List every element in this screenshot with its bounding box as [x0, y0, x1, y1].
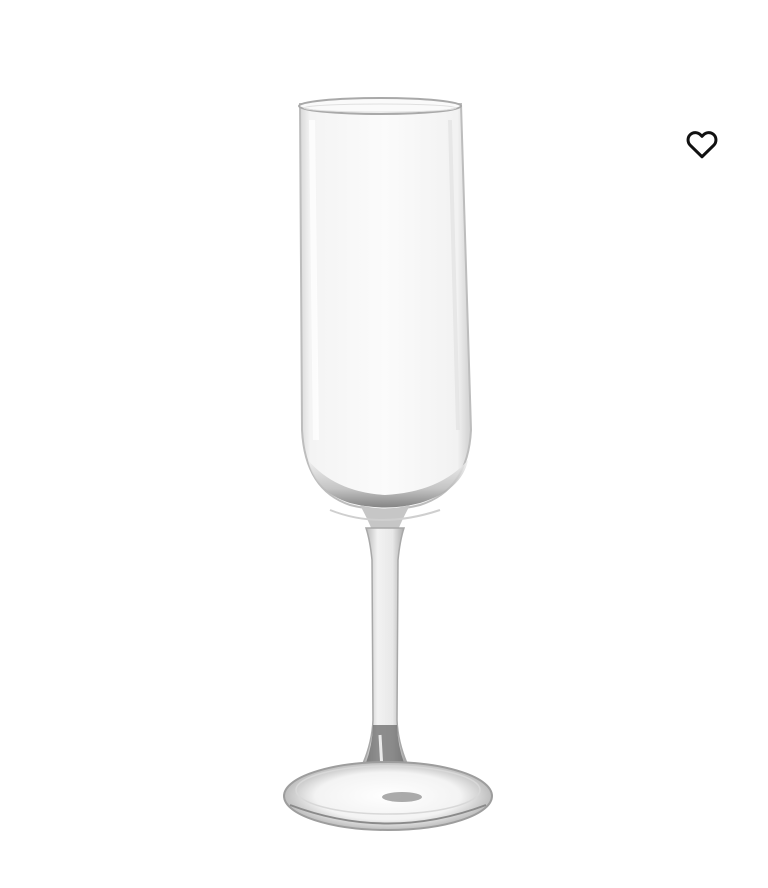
heart-outline-icon — [686, 131, 718, 159]
product-image-page — [0, 0, 768, 888]
champagne-flute-image — [283, 97, 493, 831]
glass-bowl — [298, 103, 473, 511]
favourite-button[interactable] — [676, 118, 728, 170]
